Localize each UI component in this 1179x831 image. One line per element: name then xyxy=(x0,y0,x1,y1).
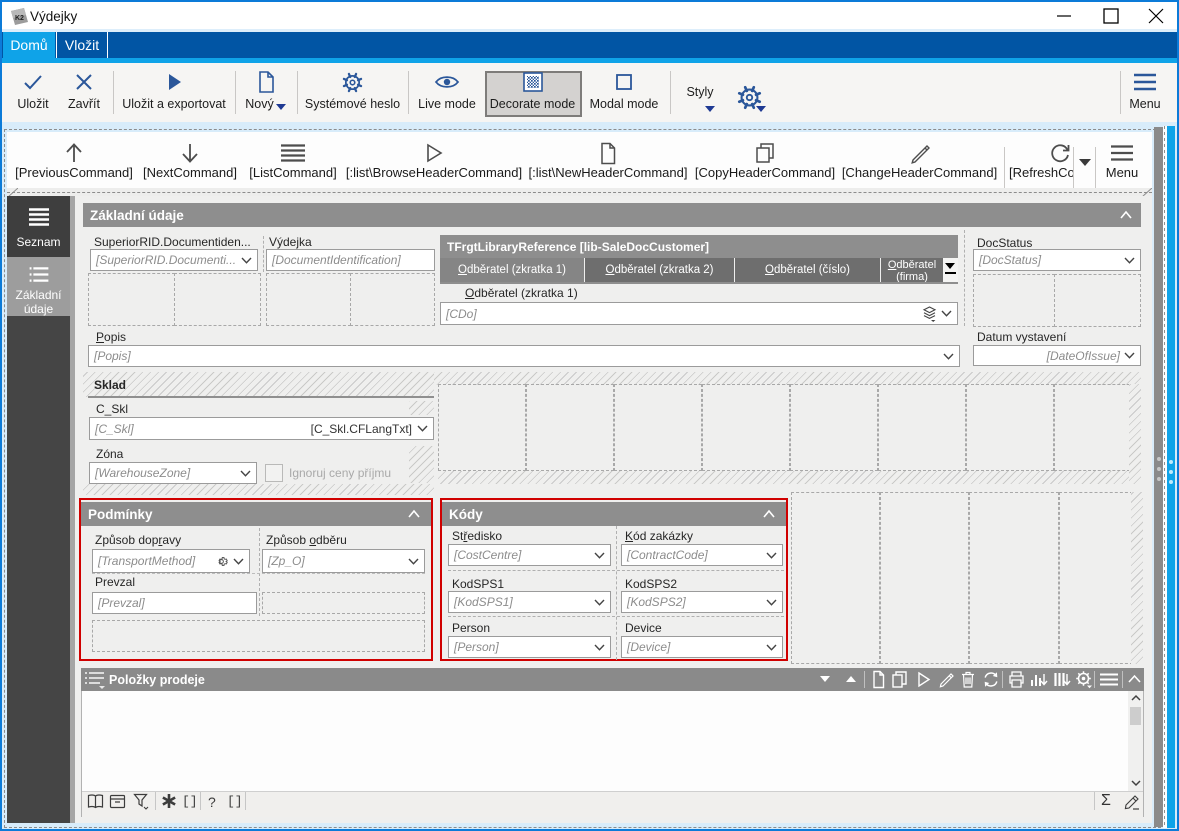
svg-text:K2: K2 xyxy=(15,15,24,22)
